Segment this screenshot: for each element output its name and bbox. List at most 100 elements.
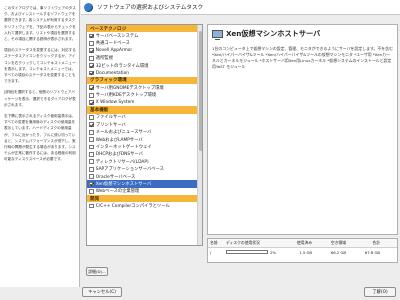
pattern-checkbox[interactable] [89,41,94,46]
pattern-label: WebおよびLAMPサーバ [95,137,143,143]
pattern-item[interactable]: サーバ用KDEデスクトップ環境 [87,92,202,99]
category-label: ベーステクノロジ [90,26,127,32]
pattern-label: C/C++ Compilerコンパイラとツール [95,204,170,210]
pattern-label: サーバ用GNOMEデスクトップ環境 [95,85,164,91]
pattern-label: Webベースの企業管理 [95,189,140,195]
pattern-item[interactable]: サーバ用GNOMEデスクトップ環境 [87,84,202,91]
pattern-label: Xen仮想マシンホストサーバ [95,181,152,187]
pattern-item[interactable]: ファイルサーバ [87,114,202,121]
disk-total: 67.8 GB [364,249,380,255]
category-label: グラフィック環境 [90,78,127,84]
pattern-checkbox[interactable] [89,151,94,157]
pattern-item[interactable]: C/C++ Compilerコンパイラとツール [87,202,202,209]
disk-name: / [210,249,212,255]
pattern-label: インターネットゲートウェイ [95,144,152,150]
cancel-button[interactable]: キャンセル(C) [82,287,122,297]
pattern-checkbox[interactable] [89,166,94,172]
software-icon [84,2,93,12]
pattern-checkbox[interactable] [89,174,94,179]
pattern-label: Documentation [95,70,129,76]
pattern-checkbox[interactable] [89,92,94,98]
pattern-item[interactable]: Documentation [87,69,202,76]
pattern-checkbox[interactable] [89,144,94,150]
disk-free: 66.2 GB [330,249,346,255]
disk-used: 1.5 GB [299,249,312,255]
header-total: 合計 [372,240,380,245]
pattern-checkbox[interactable] [89,70,94,76]
footer: キャンセル(C) 了解(O) [0,283,400,300]
pattern-label: サーバベースシステム [95,34,139,40]
pattern-item[interactable]: WebおよびLAMPサーバ [87,136,202,143]
pattern-item[interactable]: 適所監視 [87,55,202,62]
pattern-checkbox[interactable] [89,122,94,128]
pattern-label: メールおよびニュースサーバ [95,130,152,136]
pattern-checkbox[interactable] [89,55,94,61]
pattern-item[interactable]: メールおよびニュースサーバ [87,128,202,135]
header-name: 名前 [210,240,218,245]
pattern-checkbox[interactable] [89,33,94,39]
details-button[interactable]: 詳細(D)... [86,267,108,276]
pattern-item[interactable]: Oracleサーバベース [87,173,202,180]
header-free: 空き領域 [330,240,346,245]
pattern-item[interactable]: ディレクトリサーバ(LDAP) [87,158,202,165]
pattern-label: Novell AppArmor [95,48,133,54]
pattern-item[interactable]: SAPアプリケーションサーバベース [87,165,202,172]
pattern-item[interactable]: プリントサーバ [87,121,202,128]
pattern-label: Oracleサーバベース [95,174,136,180]
header-usage: ディスクの使用状況 [226,240,260,245]
dialog-header: ソフトウェアの選択およびシステムタスク [81,0,400,15]
scrollbar-thumb[interactable] [198,31,202,151]
pattern-checkbox[interactable] [89,203,94,209]
pattern-label: ディレクトリサーバ(LDAP) [95,159,149,165]
pattern-list-scrollbar[interactable] [197,25,202,245]
disk-usage-percent: 2% [270,249,277,255]
pattern-checkbox[interactable] [89,159,94,165]
disk-usage-bar [226,250,268,254]
description-panel: Xen仮想マシンホストサーバ 1台のコンピュータ上で仮想マシンの設定、管理、モニ… [207,24,398,235]
pattern-label: 共通コードベース [95,41,130,47]
disk-usage: 2% [226,250,284,255]
pattern-checkbox[interactable] [89,188,94,194]
pattern-item[interactable]: Novell AppArmor [87,47,202,54]
pattern-category[interactable]: グラフィック環境 [87,76,202,85]
pattern-item[interactable]: インターネットゲートウェイ [87,143,202,150]
help-pane: このダイアログでは、事ソフトウェアのタスク、およびインストールするソフトウェアを… [0,0,80,287]
pattern-label: サーバ用KDEデスクトップ環境 [95,93,157,99]
pattern-checkbox[interactable] [89,181,94,187]
header-used: 使用済み [296,240,312,245]
pattern-item[interactable]: 共通コードベース [87,40,202,47]
accept-button[interactable]: 了解(O) [364,287,396,297]
pattern-category[interactable]: 開発 [87,194,202,203]
pattern-label: SAPアプリケーションサーバベース [95,167,164,173]
disk-usage-header: 名前 ディスクの使用状況 使用済み 空き領域 合計 [208,239,397,248]
pattern-item[interactable]: DHCPおよびDNSサーバ [87,151,202,158]
pattern-label: プリントサーバ [95,122,126,128]
pattern-label: 32ビットのランタイム環境 [95,63,149,69]
pattern-item[interactable]: サーバベースシステム [87,32,202,39]
pattern-category[interactable]: ベーステクノロジ [87,25,202,33]
pattern-item[interactable]: 32ビットのランタイム環境 [87,62,202,69]
pattern-list[interactable]: ベーステクノロジサーバベースシステム 共通コードベース Novell AppArmo… [86,24,203,246]
virtual-machine-icon [212,30,223,40]
pattern-item[interactable]: Webベースの企業管理 [87,188,202,195]
pattern-checkbox[interactable] [89,129,94,135]
pattern-label: ファイルサーバ [95,115,126,121]
pattern-item[interactable]: Xen仮想マシンホストサーバ [87,180,202,188]
pattern-checkbox[interactable] [89,137,94,142]
category-label: 開発 [90,196,100,202]
category-label: 基本機能 [90,107,109,113]
pattern-item[interactable]: X Window System [87,99,202,106]
help-paragraph: 右下隅に表示されるディスク使用量表示は、すべての変更を適用後のディスクの使用量を… [4,114,76,162]
pattern-category[interactable]: 基本機能 [87,106,202,114]
help-paragraph: このダイアログでは、事ソフトウェアのタスク、およびインストールするソフトウェアを… [4,6,76,42]
pattern-checkbox[interactable] [89,114,94,120]
pattern-checkbox[interactable] [89,85,94,91]
pattern-label: 適所監視 [95,56,113,62]
pattern-rows: ベーステクノロジサーバベースシステム 共通コードベース Novell AppArmo… [87,25,202,210]
pattern-checkbox[interactable] [89,100,94,105]
pattern-label: X Window System [95,100,135,106]
help-paragraph: [詳細]を選択すると、個別のソフトウェアパッケージを表示、選択できるダイアログが… [4,90,76,107]
pattern-checkbox[interactable] [89,63,94,69]
pattern-checkbox[interactable] [89,48,94,54]
help-paragraph: 項目のステータスを変更するには、対応するステータスアイコンをクリックするか、アイ… [4,48,76,84]
